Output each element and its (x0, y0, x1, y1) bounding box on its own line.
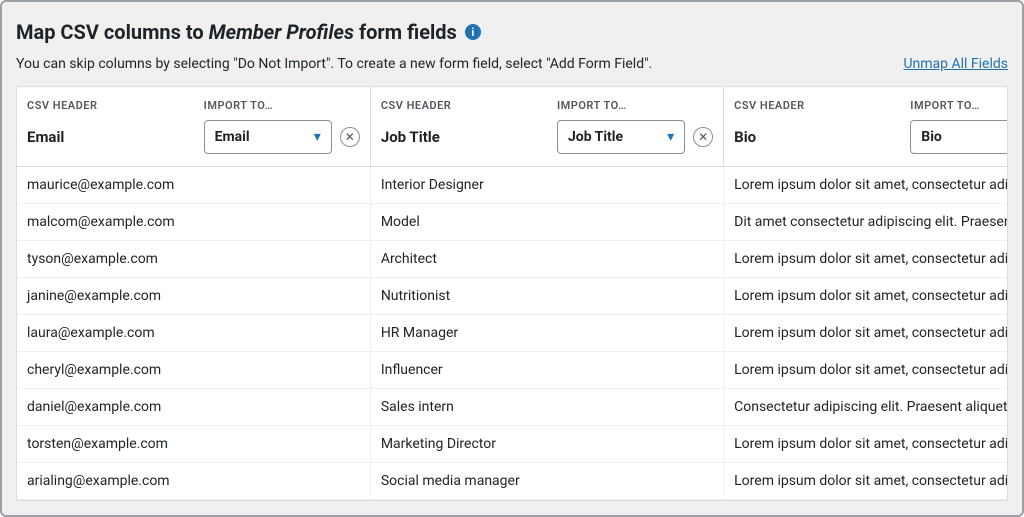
cell-value: cheryl@example.com (17, 352, 370, 389)
csv-column-name: Job Title (381, 128, 537, 146)
cell-value: daniel@example.com (17, 389, 370, 426)
cell-value: HR Manager (370, 315, 723, 352)
import-to-selected-value: Job Title (568, 129, 623, 145)
cell-value: Nutritionist (370, 278, 723, 315)
panel-title: Map CSV columns to Member Profiles form … (16, 20, 1008, 44)
cell-value: laura@example.com (17, 315, 370, 352)
import-to-label: IMPORT TO… (194, 87, 371, 116)
cell-value: Architect (370, 241, 723, 278)
table-row: janine@example.comNutritionistLorem ipsu… (17, 278, 1008, 315)
title-suffix: form fields (354, 20, 457, 44)
table-row: daniel@example.comSales internConsectetu… (17, 389, 1008, 426)
panel-subtitle: You can skip columns by selecting "Do No… (16, 56, 652, 72)
import-to-select[interactable]: Email ▾ (204, 120, 332, 154)
clear-mapping-button[interactable]: ✕ (340, 127, 360, 147)
import-to-label: IMPORT TO… (547, 87, 724, 116)
import-to-selected-value: Email (215, 129, 250, 145)
cell-value: Influencer (370, 352, 723, 389)
cell-value: arialing@example.com (17, 463, 370, 500)
csv-header-label: CSV HEADER (724, 87, 901, 116)
cell-value: Model (370, 204, 723, 241)
chevron-down-icon: ▾ (667, 129, 674, 145)
csv-column-name: Email (27, 128, 184, 146)
mapping-table: CSV HEADERIMPORT TO…CSV HEADERIMPORT TO…… (17, 87, 1008, 500)
cell-value: Lorem ipsum dolor sit amet, consectetur … (724, 241, 1008, 278)
cell-value: Consectetur adipiscing elit. Praesent al… (724, 389, 1008, 426)
cell-value: Lorem ipsum dolor sit amet, consectetur … (724, 278, 1008, 315)
cell-value: Lorem ipsum dolor sit amet, consectetur … (724, 167, 1008, 204)
csv-header-label: CSV HEADER (370, 87, 547, 116)
cell-value: Lorem ipsum dolor sit amet, consectetur … (724, 463, 1008, 500)
table-row: laura@example.comHR ManagerLorem ipsum d… (17, 315, 1008, 352)
cell-value: janine@example.com (17, 278, 370, 315)
import-to-label: IMPORT TO… (900, 87, 1008, 116)
table-row: tyson@example.comArchitectLorem ipsum do… (17, 241, 1008, 278)
clear-mapping-button[interactable]: ✕ (693, 127, 713, 147)
cell-value: Lorem ipsum dolor sit amet, consectetur … (724, 426, 1008, 463)
cell-value: Lorem ipsum dolor sit amet, consectetur … (724, 352, 1008, 389)
import-to-select[interactable]: Bio▾ (910, 120, 1008, 154)
unmap-all-link[interactable]: Unmap All Fields (903, 56, 1008, 72)
cell-value: Dit amet consectetur adipiscing elit. Pr… (724, 204, 1008, 241)
import-to-select[interactable]: Job Title ▾ (557, 120, 685, 154)
table-row: torsten@example.comMarketing DirectorLor… (17, 426, 1008, 463)
mapping-table-scroll[interactable]: CSV HEADERIMPORT TO…CSV HEADERIMPORT TO…… (16, 86, 1008, 501)
cell-value: malcom@example.com (17, 204, 370, 241)
chevron-down-icon: ▾ (314, 129, 321, 145)
cell-value: Interior Designer (370, 167, 723, 204)
cell-value: Lorem ipsum dolor sit amet, consectetur … (724, 315, 1008, 352)
cell-value: maurice@example.com (17, 167, 370, 204)
csv-column-name: Bio (734, 128, 890, 146)
title-form-name: Member Profiles (209, 20, 354, 44)
csv-header-label: CSV HEADER (17, 87, 194, 116)
cell-value: Sales intern (370, 389, 723, 426)
table-row: cheryl@example.comInfluencerLorem ipsum … (17, 352, 1008, 389)
table-row: arialing@example.comSocial media manager… (17, 463, 1008, 500)
table-row: maurice@example.comInterior DesignerLore… (17, 167, 1008, 204)
cell-value: tyson@example.com (17, 241, 370, 278)
cell-value: Marketing Director (370, 426, 723, 463)
title-prefix: Map CSV columns to (16, 20, 209, 44)
csv-mapping-panel: Map CSV columns to Member Profiles form … (0, 0, 1024, 517)
info-icon[interactable]: i (465, 24, 481, 40)
table-row: malcom@example.comModelDit amet consecte… (17, 204, 1008, 241)
cell-value: Social media manager (370, 463, 723, 500)
cell-value: torsten@example.com (17, 426, 370, 463)
import-to-selected-value: Bio (921, 129, 942, 145)
